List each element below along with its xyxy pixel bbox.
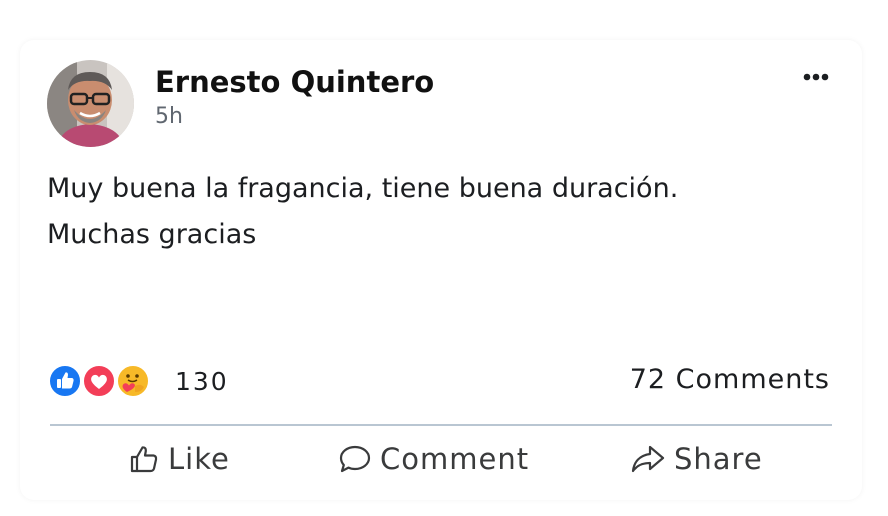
author-name[interactable]: Ernesto Quintero xyxy=(155,62,434,102)
actions-divider xyxy=(50,424,832,426)
post-text: Muy buena la fragancia, tiene buena dura… xyxy=(47,173,679,250)
share-arrow-icon xyxy=(631,445,665,473)
like-label: Like xyxy=(168,442,230,476)
speech-bubble-icon xyxy=(339,445,371,473)
post-timestamp[interactable]: 5h xyxy=(155,102,183,132)
reaction-count: 130 xyxy=(175,366,229,396)
author-avatar[interactable] xyxy=(47,60,134,147)
comments-count-link[interactable]: 72 Comments xyxy=(630,364,830,395)
like-icon xyxy=(48,364,82,398)
love-icon xyxy=(82,364,116,398)
care-icon xyxy=(116,364,150,398)
more-options-button[interactable] xyxy=(796,62,836,92)
comment-label: Comment xyxy=(380,442,530,476)
thumbs-up-icon xyxy=(130,446,158,473)
post-card: Ernesto Quintero 5h Muy buena la fraganc… xyxy=(20,40,862,500)
reactions-summary[interactable]: 130 xyxy=(48,363,229,399)
comment-button[interactable]: Comment xyxy=(338,438,529,480)
ellipsis-icon xyxy=(803,73,829,81)
share-label: Share xyxy=(674,442,763,476)
reaction-icons xyxy=(48,363,158,399)
share-button[interactable]: Share xyxy=(630,438,763,480)
avatar-photo xyxy=(47,60,134,147)
like-button[interactable]: Like xyxy=(128,438,230,480)
